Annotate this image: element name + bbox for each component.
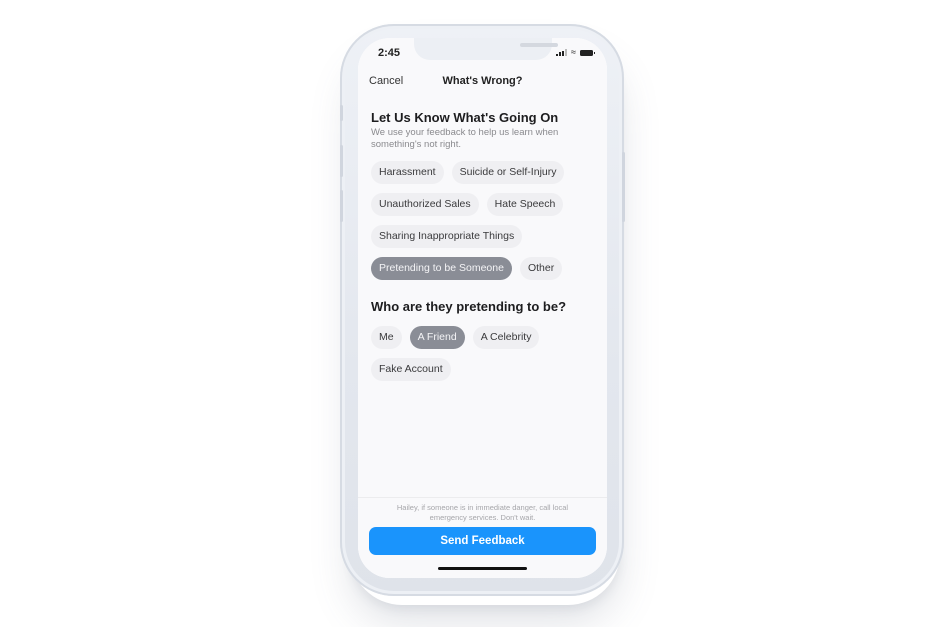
cellular-signal-icon — [556, 49, 568, 56]
mute-switch — [340, 105, 343, 121]
cancel-button[interactable]: Cancel — [369, 75, 403, 87]
wifi-icon: ≈ — [571, 47, 576, 57]
option-suicide-self-injury[interactable]: Suicide or Self-Injury — [451, 161, 565, 184]
option-sharing-inappropriate[interactable]: Sharing Inappropriate Things — [371, 225, 523, 248]
impersonation-options: Me A Friend A Celebrity Fake Account — [371, 326, 596, 381]
footer-divider — [358, 497, 607, 498]
option-harassment[interactable]: Harassment — [371, 161, 444, 184]
volume-up-button — [340, 145, 343, 177]
status-icons: ≈ — [556, 47, 595, 57]
option-me[interactable]: Me — [371, 326, 402, 349]
option-a-friend[interactable]: A Friend — [409, 326, 465, 349]
emergency-note: Hailey, if someone is in immediate dange… — [396, 503, 569, 522]
followup-heading: Who are they pretending to be? — [371, 299, 567, 314]
phone-screen: 2:45 ≈ What's Wrong? Cancel Let Us Know … — [358, 38, 607, 578]
power-button — [622, 152, 625, 222]
section-heading: Let Us Know What's Going On — [371, 110, 559, 125]
volume-down-button — [340, 190, 343, 222]
option-pretending[interactable]: Pretending to be Someone — [371, 257, 512, 280]
option-fake-account[interactable]: Fake Account — [371, 358, 451, 381]
notch — [414, 38, 558, 60]
option-unauthorized-sales[interactable]: Unauthorized Sales — [371, 193, 479, 216]
option-a-celebrity[interactable]: A Celebrity — [472, 326, 540, 349]
section-description: We use your feedback to help us learn wh… — [371, 127, 559, 150]
send-feedback-button[interactable]: Send Feedback — [369, 527, 596, 555]
option-hate-speech[interactable]: Hate Speech — [486, 193, 564, 216]
report-content: Let Us Know What's Going On We use your … — [371, 110, 596, 381]
status-time: 2:45 — [378, 47, 401, 59]
reason-options: Harassment Suicide or Self-Injury Unauth… — [371, 161, 596, 280]
speaker — [520, 43, 558, 47]
home-indicator[interactable] — [438, 567, 527, 570]
battery-icon — [580, 49, 595, 56]
option-other[interactable]: Other — [519, 257, 563, 280]
